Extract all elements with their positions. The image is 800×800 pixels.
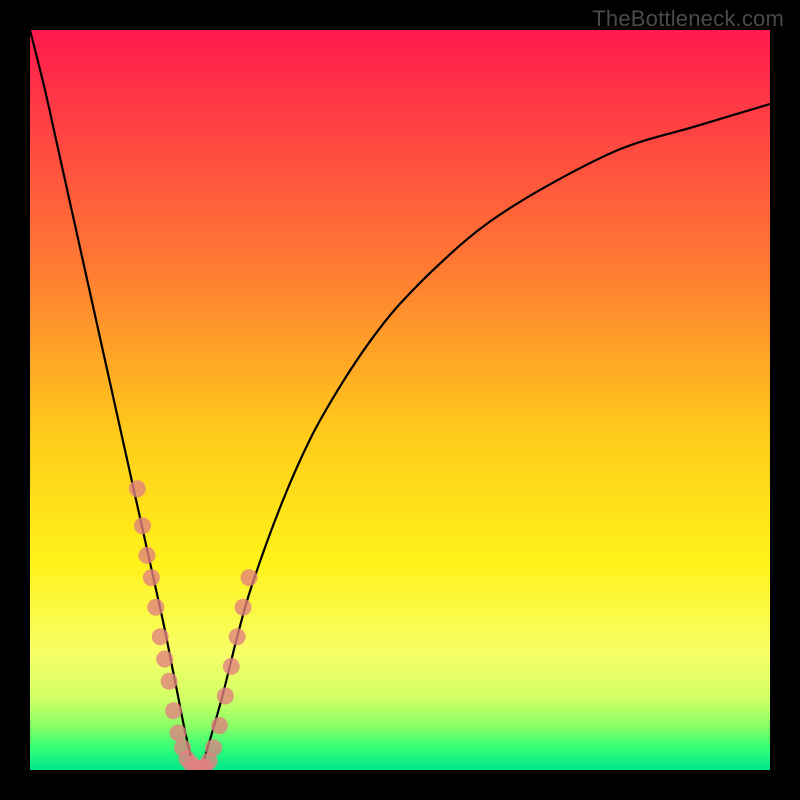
plot-area bbox=[30, 30, 770, 770]
scatter-dot bbox=[223, 658, 240, 675]
scatter-dot bbox=[152, 628, 169, 645]
scatter-dot bbox=[134, 517, 151, 534]
scatter-dot bbox=[229, 628, 246, 645]
scatter-points bbox=[30, 30, 770, 770]
scatter-dot bbox=[165, 702, 182, 719]
scatter-dot bbox=[161, 673, 178, 690]
scatter-dot bbox=[156, 651, 173, 668]
chart-frame: TheBottleneck.com bbox=[0, 0, 800, 800]
scatter-dot bbox=[147, 599, 164, 616]
scatter-dot bbox=[138, 547, 155, 564]
watermark-text: TheBottleneck.com bbox=[592, 6, 784, 32]
scatter-dot bbox=[211, 717, 228, 734]
scatter-dot bbox=[170, 725, 187, 742]
scatter-dot bbox=[241, 569, 258, 586]
scatter-dot bbox=[235, 599, 252, 616]
scatter-dot bbox=[217, 688, 234, 705]
scatter-dot bbox=[129, 480, 146, 497]
scatter-dot bbox=[143, 569, 160, 586]
scatter-dot bbox=[205, 739, 222, 756]
